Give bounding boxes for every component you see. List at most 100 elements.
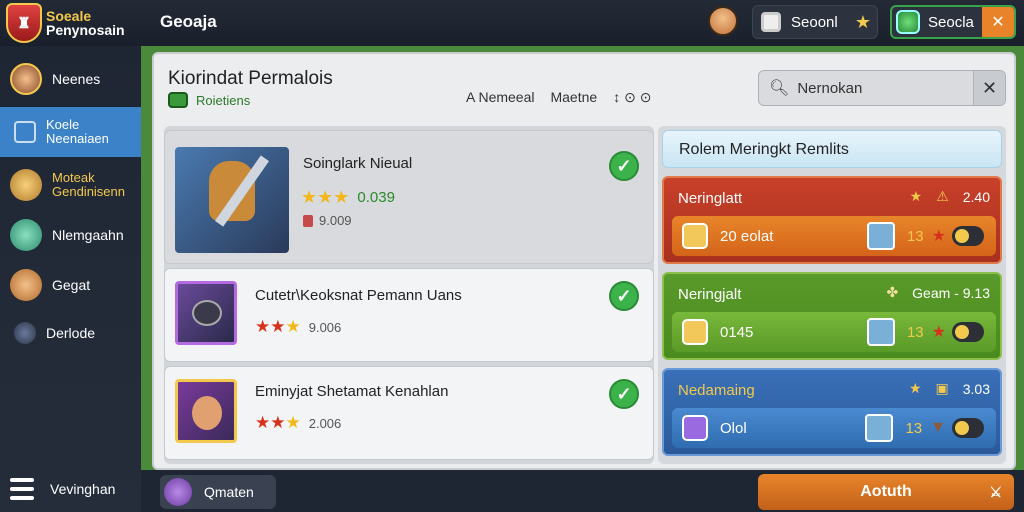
avatar-icon — [866, 318, 895, 346]
filter-3[interactable]: ↕ ⊙ ⊙ — [613, 89, 651, 106]
coin-toggle[interactable] — [952, 322, 984, 342]
action-button[interactable]: Aotuth ⚔ — [758, 474, 1014, 510]
search-input[interactable]: Nernokan — [797, 80, 973, 97]
tier-item-label: Olol — [720, 419, 747, 437]
tier-meta-value: 2.40 — [962, 188, 990, 205]
chat-icon — [14, 121, 36, 143]
sidebar-item-label: Moteak Gendinisenn — [52, 170, 125, 199]
tier-item[interactable]: 20 eolat 13 ★ — [672, 216, 996, 256]
search-icon: 🔍︎ — [769, 80, 790, 97]
tier-item-label: 0145 — [720, 323, 754, 341]
panel-subtitle: Roietiens — [168, 92, 250, 108]
helmet-icon — [14, 322, 36, 344]
tier-name: Neringlatt — [678, 190, 743, 207]
top-bar: ♜ Soeale Penynosain Geoaja Seoonl ★ Seoc… — [0, 0, 1024, 46]
app-title: Geoaja — [160, 12, 217, 31]
item-badge-icon — [682, 319, 708, 345]
list-item[interactable]: Eminyjat Shetamat Kenahlan ★★ ★ 2.006 ✓ — [164, 366, 654, 460]
tier-count: 13 — [906, 227, 924, 245]
tier-meta-value: Geam - 9.13 — [912, 284, 990, 301]
cat-thumbnail — [175, 281, 237, 345]
sidebar-item-label: Koele Neenaiaen — [46, 117, 109, 146]
list-item[interactable]: Cutetr\Keoksnat Pemann Uans ★★ ★ 9.006 ✓ — [164, 268, 654, 362]
item-rating: ★★ ★ 9.006 — [255, 317, 342, 336]
star-icon: ★ — [854, 11, 871, 32]
warning-icon: ⚠ — [936, 188, 949, 204]
item-name: Eminyjat Shetamat Kenahlan — [255, 383, 449, 400]
item-score: 0.039 — [357, 189, 395, 206]
user-avatar[interactable] — [708, 6, 738, 36]
tier-row-3[interactable]: Nedamaing ★ ▣ 3.03 Olol 13 ▼ — [662, 368, 1002, 456]
swords-icon: ⚔ — [989, 483, 1002, 500]
logo-line-1: Soeale — [46, 8, 92, 24]
sidebar-item-5[interactable]: Gegat — [0, 260, 141, 310]
filter-bar: A Nemeeal Maetne ↕ ⊙ ⊙ — [466, 89, 651, 106]
gem-icon — [896, 10, 920, 34]
tier-row-2[interactable]: Neringjalt ✤ Geam - 9.13 0145 13 ★ — [662, 272, 1002, 360]
clear-icon[interactable]: ✕ — [973, 71, 1005, 105]
app-logo[interactable]: ♜ Soeale Penynosain — [6, 3, 125, 43]
logo-line-2: Penynosain — [46, 22, 125, 38]
tier-meta-value: 3.03 — [962, 380, 990, 397]
tier-panel: Rolem Meringkt Remlits Neringlatt ★ ⚠ 2.… — [658, 126, 1006, 464]
tag-icon — [303, 214, 313, 227]
sidebar: Neenes Koele Neenaiaen Moteak Gendinisen… — [0, 46, 141, 512]
warrior-icon — [10, 269, 42, 301]
knight-icon — [10, 169, 42, 201]
sidebar-item-label: Derlode — [46, 325, 96, 341]
menu-icon — [10, 478, 34, 500]
sidebar-item-label: Neenes — [52, 71, 101, 87]
hero-avatar-icon — [10, 63, 42, 95]
tier-meta: ✤ Geam - 9.13 — [886, 284, 990, 301]
item-score: 9.006 — [308, 319, 342, 335]
extension-button[interactable]: Qmaten — [160, 475, 276, 509]
sidebar-bottom-label: Vevinghan — [50, 481, 116, 497]
tier-name: Nedamaing — [678, 382, 755, 399]
tier-count: 13 — [906, 323, 924, 341]
warrior-thumbnail — [175, 147, 289, 253]
tier-item-label: 20 eolat — [720, 227, 774, 245]
filter-1[interactable]: A Nemeeal — [466, 89, 534, 106]
check-icon[interactable]: ✓ — [609, 151, 639, 181]
sidebar-item-label: Nlemgaahn — [52, 227, 124, 243]
close-icon[interactable]: ✕ — [982, 7, 1014, 37]
currency2-value: Seocla — [928, 13, 974, 31]
item-meta-value: 9.009 — [319, 213, 352, 228]
sidebar-menu[interactable]: Vevinghan — [0, 466, 141, 512]
stars-icon: ★★ — [255, 317, 286, 336]
extension-label: Qmaten — [204, 484, 254, 500]
search-box[interactable]: 🔍︎ Nernokan ✕ — [758, 70, 1006, 106]
item-name: Cutetr\Keoksnat Pemann Uans — [255, 287, 462, 304]
item-meta: 9.009 — [303, 213, 352, 228]
cash-icon — [168, 92, 188, 108]
tier-meta: ★ ▣ 3.03 — [909, 380, 990, 397]
currency-pill-1[interactable]: Seoonl ★ — [752, 5, 878, 39]
tier-count: 13 — [905, 419, 923, 437]
item-badge-icon — [682, 223, 708, 249]
inventory-icon — [761, 12, 781, 32]
tier-name: Neringjalt — [678, 286, 742, 303]
star-icon: ★ — [909, 188, 923, 204]
sidebar-item-4[interactable]: Nlemgaahn — [0, 210, 141, 260]
coin-toggle[interactable] — [952, 418, 984, 438]
sidebar-item-3[interactable]: Moteak Gendinisenn — [0, 160, 141, 210]
check-icon[interactable]: ✓ — [609, 281, 639, 311]
tier-item[interactable]: 0145 13 ★ — [672, 312, 996, 352]
list-item[interactable]: Soinglark Nieual ★★★ 0.039 9.009 ✓ — [164, 130, 654, 264]
character-icon — [164, 478, 192, 506]
hero-thumbnail — [175, 379, 237, 443]
check-icon[interactable]: ✓ — [609, 379, 639, 409]
tier-row-1[interactable]: Neringlatt ★ ⚠ 2.40 20 eolat 13 ★ — [662, 176, 1002, 264]
sidebar-item-1[interactable]: Neenes — [0, 54, 141, 104]
tier-header: Rolem Meringkt Remlits — [662, 130, 1002, 168]
tier-item[interactable]: Olol 13 ▼ — [672, 408, 996, 448]
filter-2[interactable]: Maetne — [550, 89, 597, 106]
item-name: Soinglark Nieual — [303, 155, 413, 172]
sidebar-item-2[interactable]: Koele Neenaiaen — [0, 107, 141, 157]
sidebar-item-6[interactable]: Derlode — [0, 308, 141, 358]
avatar-icon — [865, 414, 894, 442]
currency-pill-2[interactable]: Seocla ✕ — [890, 5, 1016, 39]
item-rating: ★★ ★ 2.006 — [255, 413, 342, 432]
coin-toggle[interactable] — [952, 226, 984, 246]
tier-meta: ★ ⚠ 2.40 — [910, 188, 990, 205]
